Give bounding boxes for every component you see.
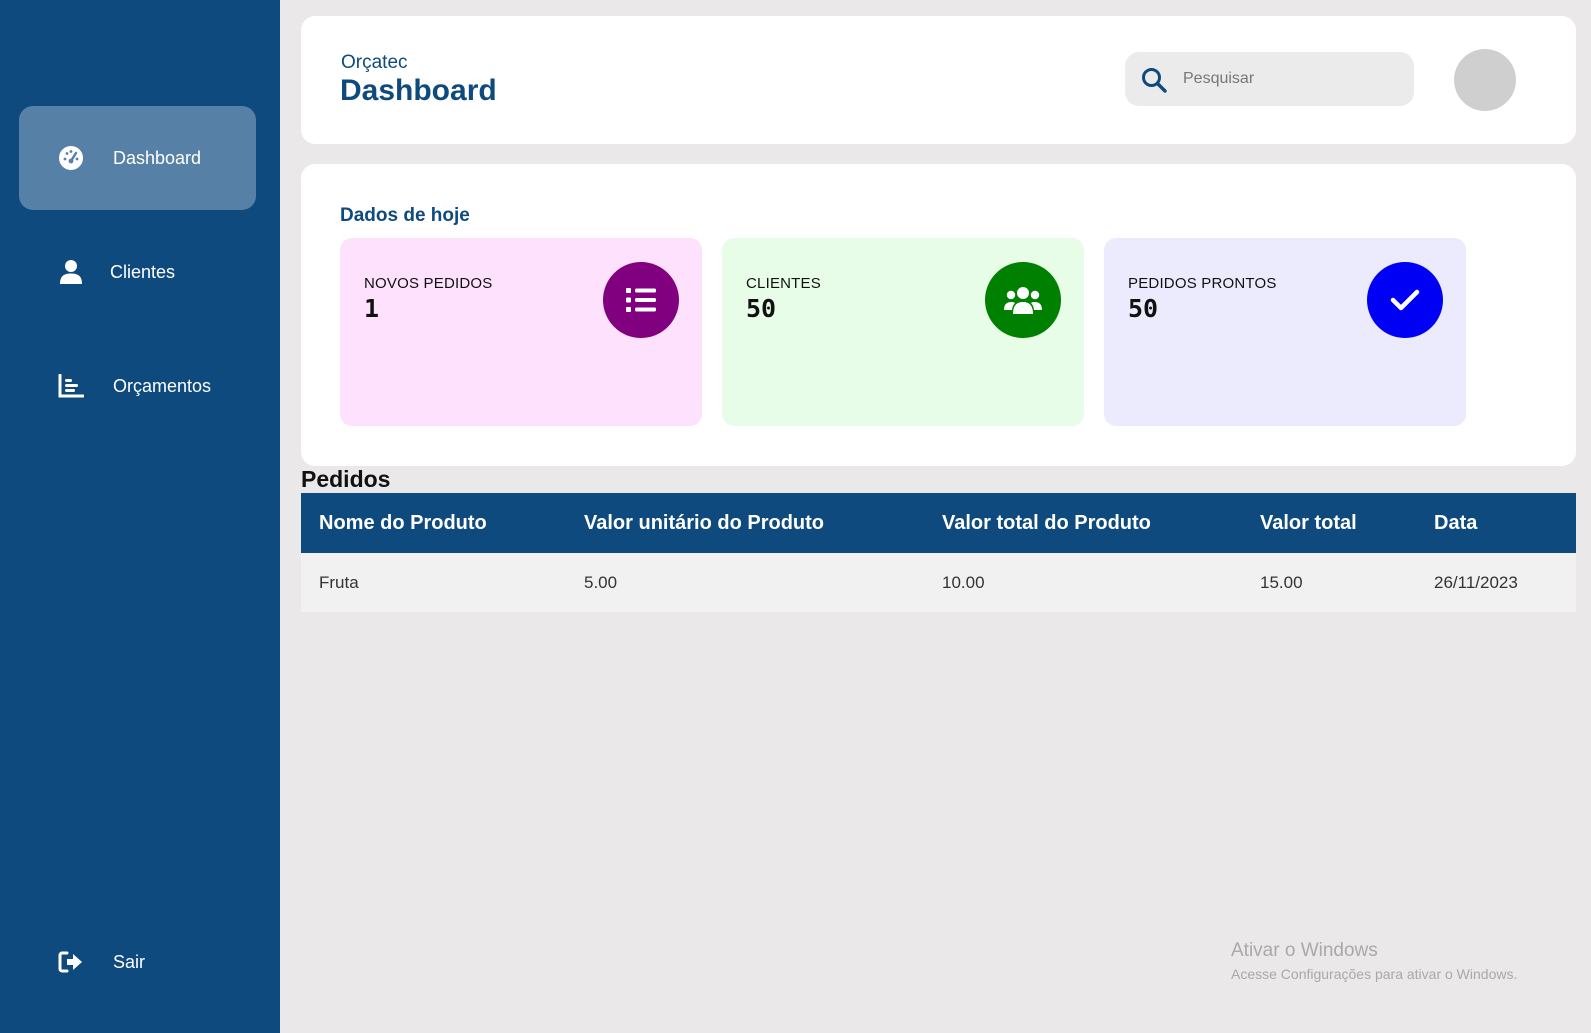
stat-label: NOVOS PEDIDOS [364,275,493,292]
logout-button[interactable]: Sair [19,910,256,1014]
stats-panel: Dados de hoje NOVOS PEDIDOS 1 CLIENTES 5… [301,164,1576,466]
sidebar: Dashboard Clientes Orçamentos Sair [0,0,280,1033]
sidebar-item-label: Dashboard [113,147,202,168]
windows-activation-watermark: Ativar o Windows Acesse Configurações pa… [1231,940,1517,982]
table-cell: Fruta [301,553,566,612]
check-icon [1367,262,1443,338]
table-cell: 15.00 [1242,553,1416,612]
table-cell: 5.00 [566,553,924,612]
stat-label: PEDIDOS PRONTOS [1128,275,1277,292]
stat-value: 50 [1128,294,1159,323]
stat-card-pedidos-prontos: PEDIDOS PRONTOS 50 [1104,238,1466,426]
table-row[interactable]: Fruta 5.00 10.00 15.00 26/11/2023 [301,553,1576,612]
column-header: Valor total [1242,493,1416,553]
stat-label: CLIENTES [746,275,821,292]
table-header-row: Nome do Produto Valor unitário do Produt… [301,493,1576,553]
page-title: Dashboard [340,74,497,107]
logout-label: Sair [113,951,146,972]
sidebar-item-orcamentos[interactable]: Orçamentos [19,334,256,438]
sidebar-item-dashboard[interactable]: Dashboard [19,106,256,210]
list-icon [603,262,679,338]
search-box[interactable] [1125,52,1414,106]
sidebar-item-clientes[interactable]: Clientes [19,220,256,324]
gauge-icon [57,144,85,172]
stats-title: Dados de hoje [340,205,470,226]
stat-value: 50 [746,294,777,323]
column-header: Valor total do Produto [924,493,1242,553]
search-icon[interactable] [1141,67,1167,93]
stat-card-novos-pedidos: NOVOS PEDIDOS 1 [340,238,702,426]
table-cell: 10.00 [924,553,1242,612]
bar-chart-icon [57,372,85,400]
search-input[interactable] [1183,66,1398,92]
sidebar-item-label: Clientes [110,261,176,282]
watermark-subtitle: Acesse Configurações para ativar o Windo… [1231,966,1518,982]
orders-table: Nome do Produto Valor unitário do Produt… [301,493,1576,612]
header: Orçatec Dashboard [301,16,1576,144]
column-header: Data [1416,493,1576,553]
column-header: Nome do Produto [301,493,566,553]
stat-card-clientes: CLIENTES 50 [722,238,1084,426]
brand-name: Orçatec [341,52,408,73]
sign-out-icon [57,948,85,976]
avatar[interactable] [1454,49,1516,111]
stat-value: 1 [364,294,380,323]
user-icon [57,258,85,286]
users-icon [985,262,1061,338]
orders-title: Pedidos [301,466,391,492]
table-cell: 26/11/2023 [1416,553,1576,612]
sidebar-item-label: Orçamentos [113,375,212,396]
column-header: Valor unitário do Produto [566,493,924,553]
watermark-title: Ativar o Windows [1231,940,1378,961]
